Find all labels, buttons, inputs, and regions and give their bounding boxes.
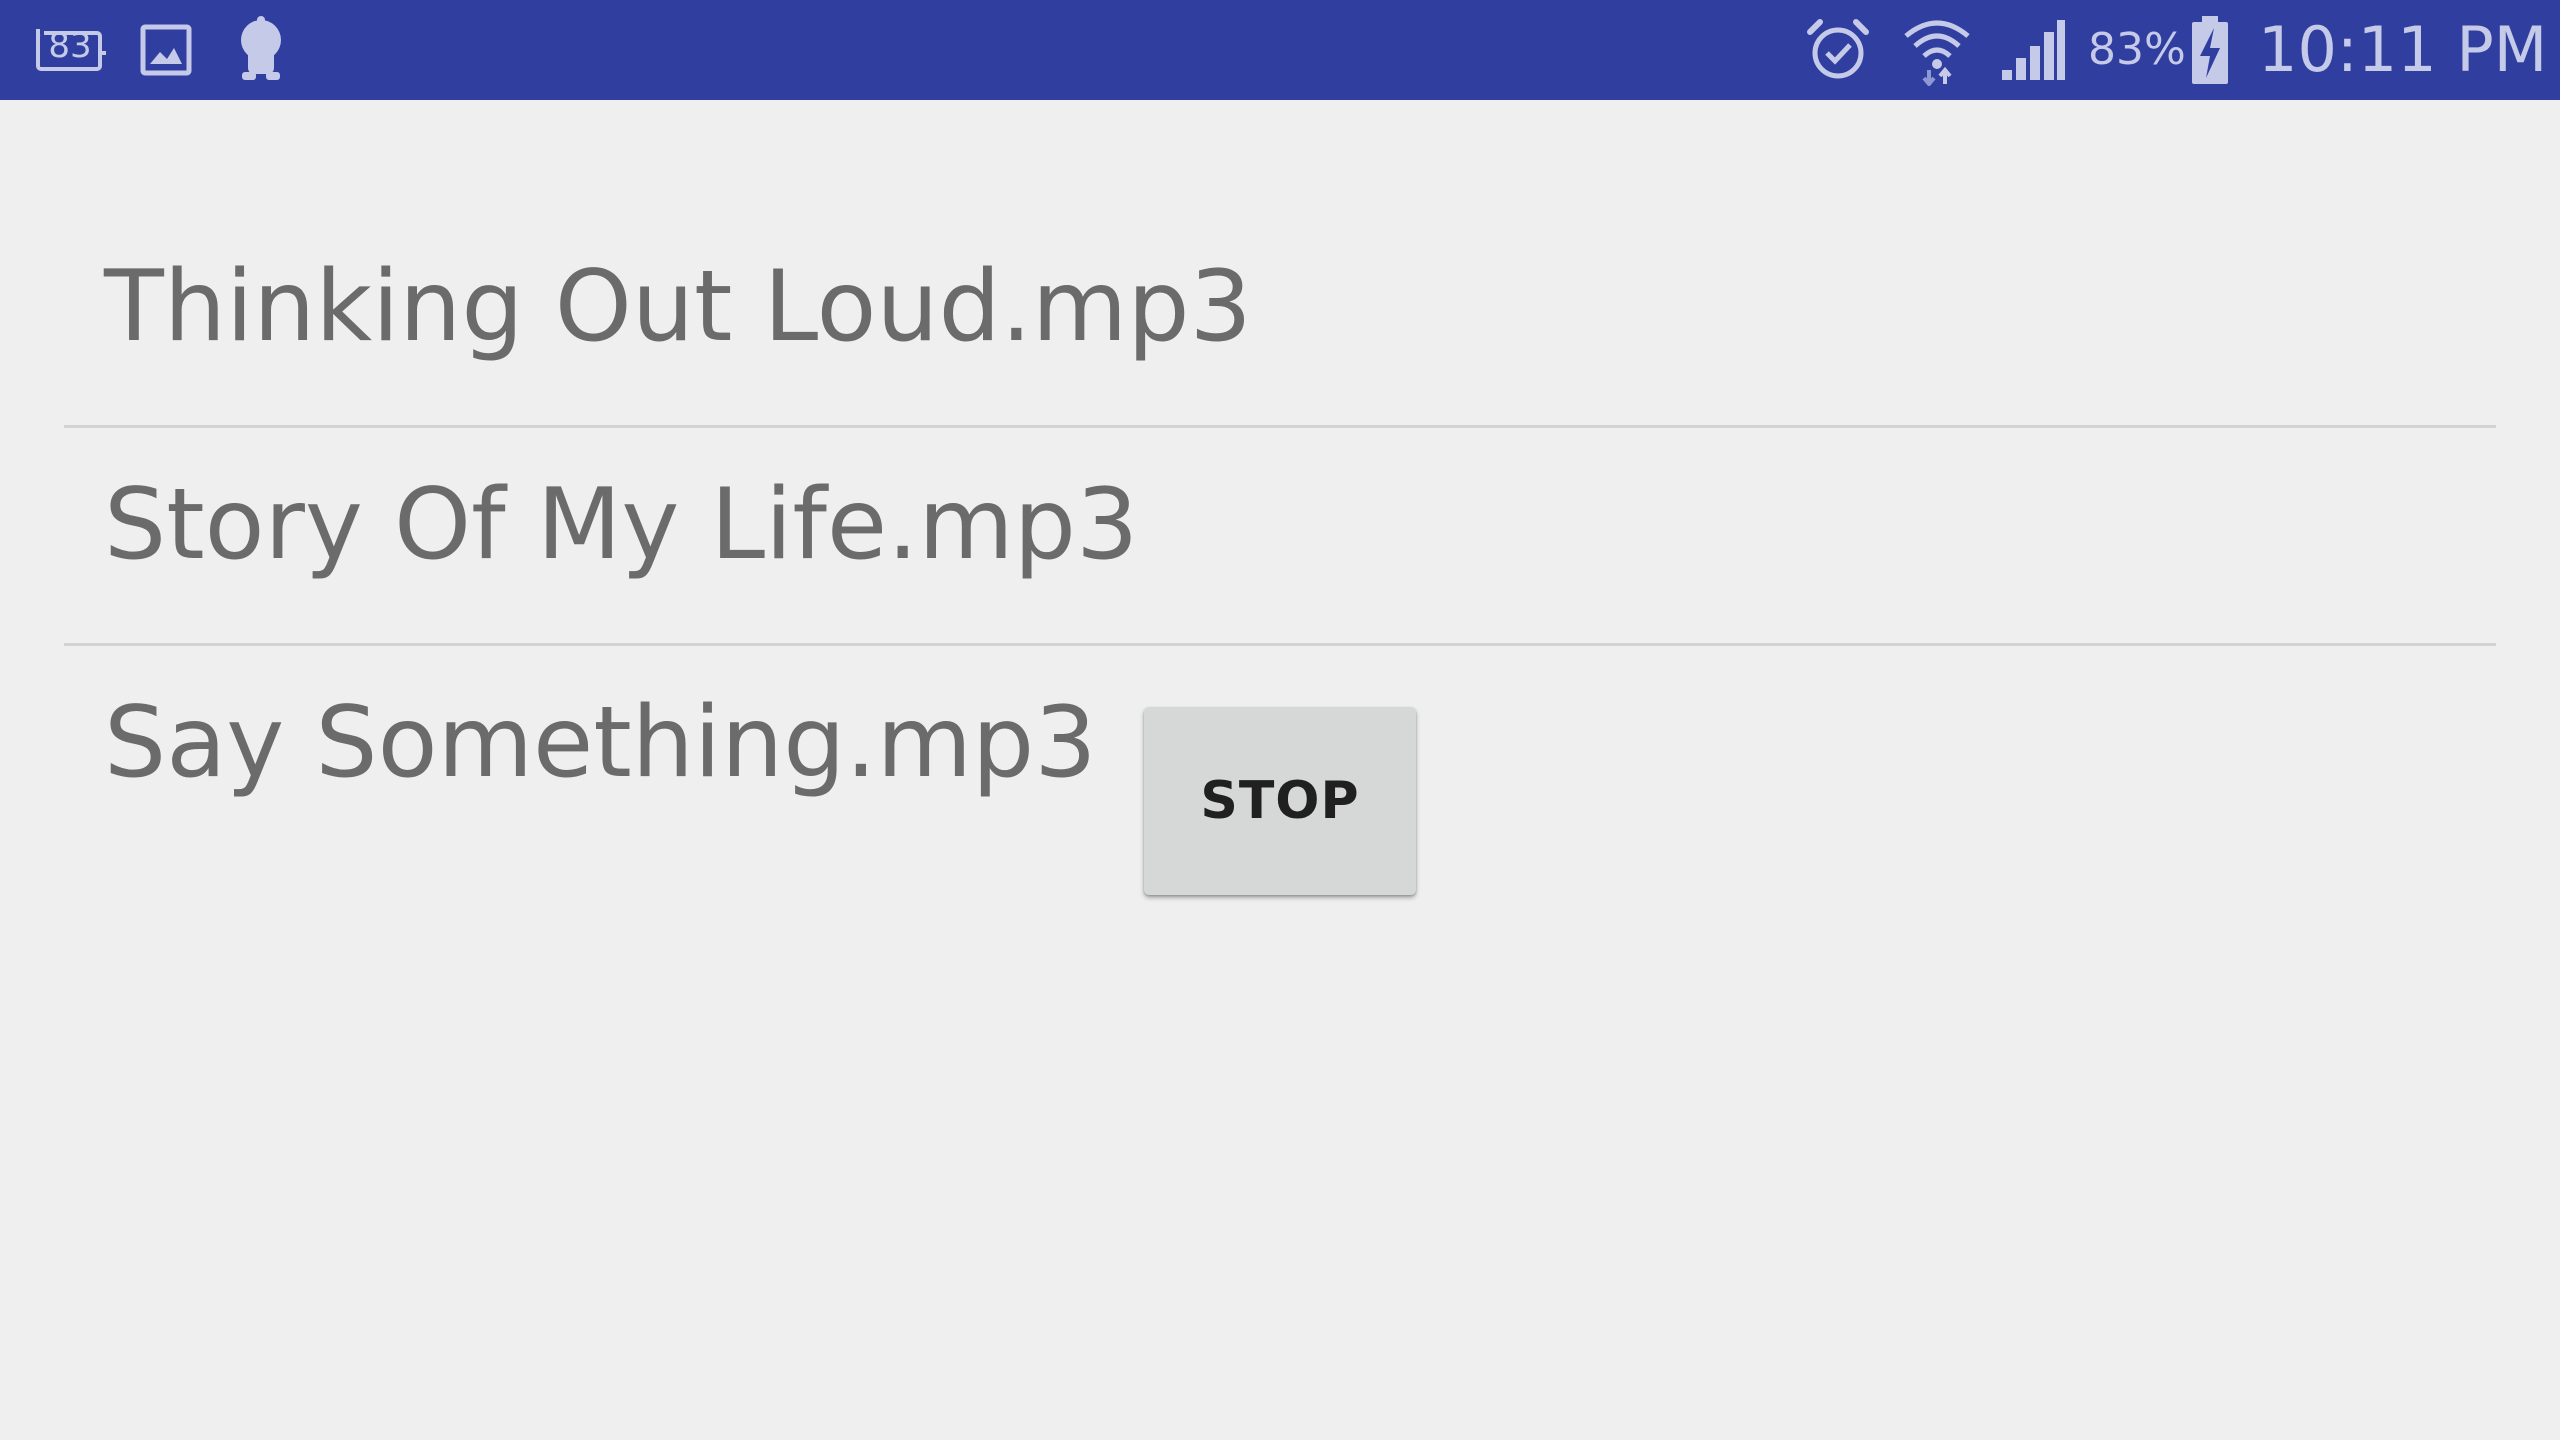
gallery-icon — [140, 0, 192, 100]
calendar-notification-icon: 83 — [34, 0, 106, 100]
song-title: Story Of My Life.mp3 — [104, 468, 1139, 582]
song-title: Thinking Out Loud.mp3 — [104, 250, 1252, 364]
alarm-icon — [1806, 0, 1870, 100]
signal-icon — [2000, 0, 2066, 100]
song-title: Say Something.mp3 — [104, 686, 1097, 800]
status-bar: 83 83% 10:11 PM — [0, 0, 2560, 100]
clock-text: 10:11 PM — [2258, 13, 2548, 86]
battery-percent-text: 83% — [2088, 24, 2186, 75]
song-item[interactable]: Story Of My Life.mp3 — [64, 428, 2496, 643]
calendar-badge-text: 83 — [48, 26, 92, 66]
app-notification-icon — [234, 0, 288, 100]
stop-button[interactable]: STOP — [1144, 707, 1416, 895]
song-item[interactable]: Thinking Out Loud.mp3 — [64, 210, 2496, 425]
wifi-icon — [1902, 0, 1972, 100]
battery-charging-icon — [2188, 0, 2232, 100]
